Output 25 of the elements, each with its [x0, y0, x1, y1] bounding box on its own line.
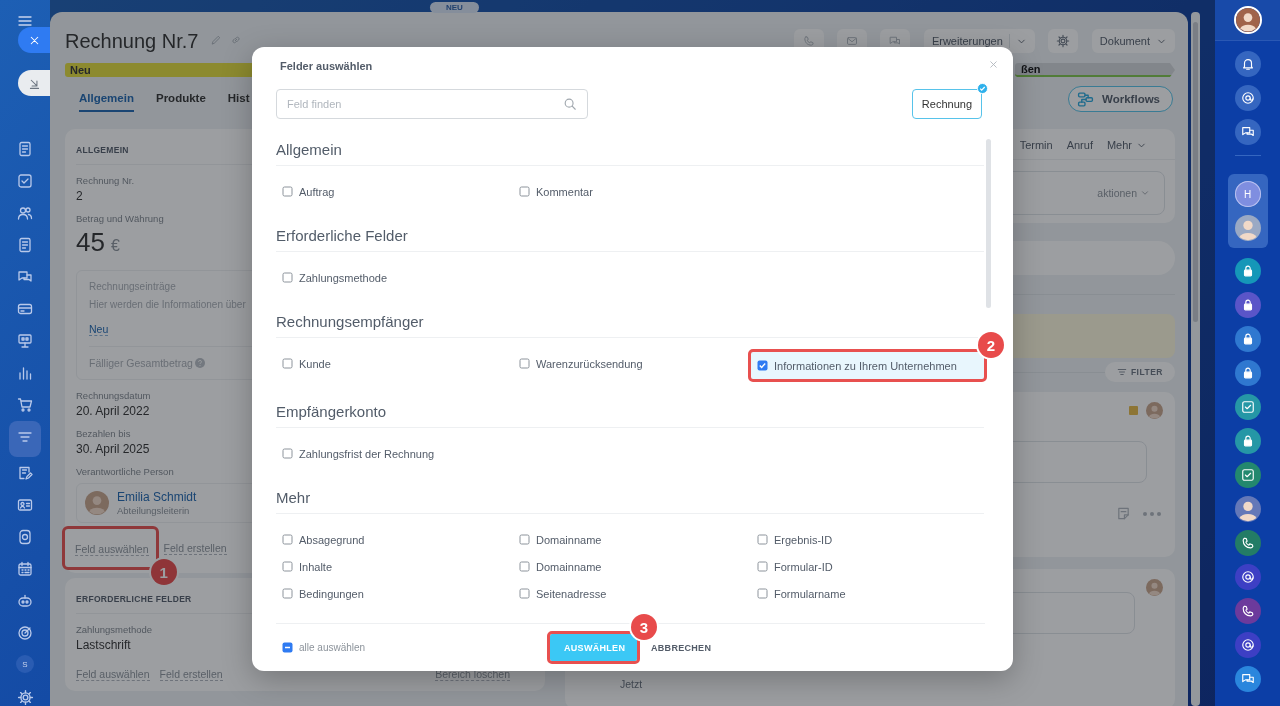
field-value: 2 — [76, 189, 83, 203]
field-label: Betrag und Währung — [76, 213, 164, 224]
section-heading: Mehr — [276, 489, 984, 514]
dialog-title: Felder auswählen — [280, 60, 373, 72]
new-badge: NEU — [430, 2, 479, 13]
currency-symbol: € — [110, 237, 120, 255]
section-heading: Empfängerkonto — [276, 403, 984, 428]
field-value: 30. April 2025 — [76, 442, 150, 456]
section-heading: Erforderliche Felder — [276, 227, 984, 252]
field-value: 20. April 2022 — [76, 404, 150, 418]
field-value: Lastschrift — [76, 638, 131, 652]
section-heading: Rechnungsempfänger — [276, 313, 984, 338]
person-role: Abteilungsleiterin — [117, 505, 191, 516]
step-number: 1 — [150, 559, 177, 585]
section-heading: Allgemein — [276, 141, 984, 166]
field-label: Rechnung Nr. — [76, 175, 135, 186]
field-label: Rechnungsdatum — [76, 390, 151, 401]
field-label: Zahlungsmethode — [76, 624, 153, 635]
field-label: Bezahlen bis — [76, 428, 131, 439]
step-number: 2 — [978, 332, 1004, 358]
page-title: Rechnung Nr.7 — [65, 29, 199, 53]
step-number: 3 — [631, 614, 657, 640]
timestamp: Jetzt — [620, 678, 643, 690]
field-label: Verantwortliche Person — [76, 466, 174, 477]
amount-value: 45 — [76, 227, 105, 258]
